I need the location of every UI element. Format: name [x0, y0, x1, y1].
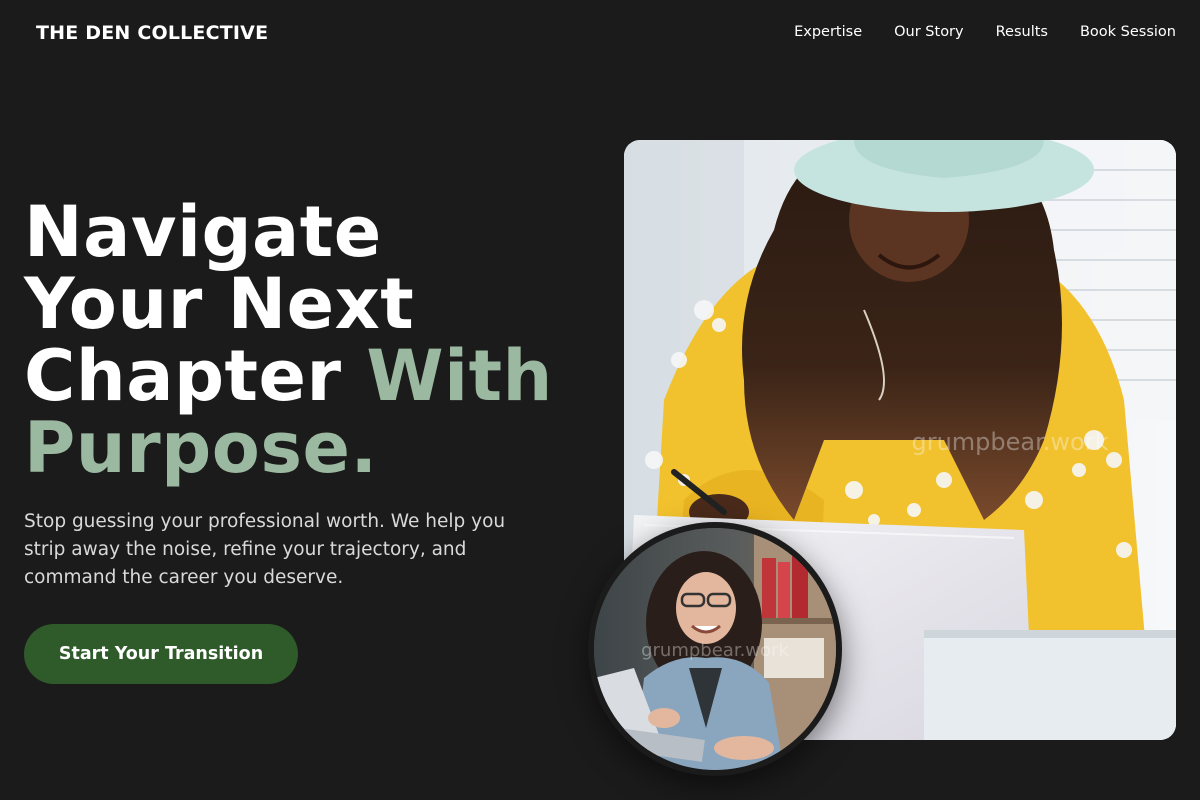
inset-photo: grumpbear.work	[594, 528, 836, 770]
nav-link-results[interactable]: Results	[996, 24, 1048, 40]
woman-laptop-photo-icon: grumpbear.work	[594, 528, 836, 770]
inset-photo-frame: grumpbear.work	[588, 522, 842, 776]
nav-link-our-story[interactable]: Our Story	[894, 24, 963, 40]
headline-line-3: Chapter	[24, 335, 367, 417]
main-photo-watermark: grumpbear.work	[911, 428, 1108, 456]
nav-link-expertise[interactable]: Expertise	[794, 24, 862, 40]
headline-line-2: Your Next	[24, 263, 415, 345]
headline-accent-purpose: Purpose.	[24, 407, 378, 489]
hero-subtext: Stop guessing your professional worth. W…	[24, 511, 506, 588]
headline-accent-with: With	[366, 335, 553, 417]
start-transition-button[interactable]: Start Your Transition	[24, 624, 298, 684]
inset-photo-watermark: grumpbear.work	[641, 640, 789, 661]
landing-page: THE DEN COLLECTIVE Expertise Our Story R…	[0, 0, 1200, 800]
main-nav: Expertise Our Story Results Book Session	[794, 24, 1176, 40]
hero-headline: Navigate Your Next Chapter With Purpose.	[24, 196, 584, 484]
headline-line-1: Navigate	[24, 191, 382, 273]
nav-link-book-session[interactable]: Book Session	[1080, 24, 1176, 40]
brand-logo[interactable]: THE DEN COLLECTIVE	[36, 22, 268, 44]
